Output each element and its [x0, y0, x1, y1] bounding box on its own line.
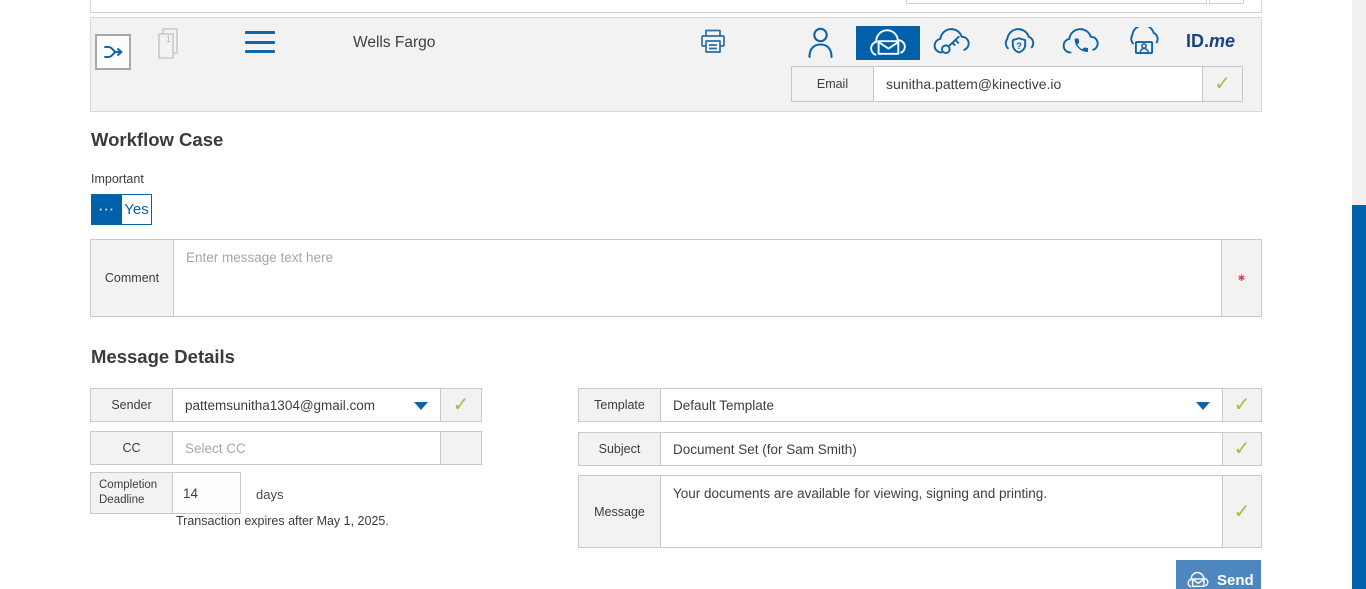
print-icon[interactable] [699, 28, 727, 55]
cloud-email-icon-active[interactable] [856, 26, 920, 60]
sender-label: Sender [91, 389, 173, 421]
sender-select[interactable] [173, 389, 440, 421]
cc-row: CC [90, 431, 482, 465]
send-button-label: Send [1217, 572, 1254, 589]
idme-logo[interactable]: ID.me [1186, 31, 1235, 52]
institution-title: Wells Fargo [353, 34, 435, 52]
toggle-yes-label: Yes [122, 195, 151, 224]
message-details-heading: Message Details [91, 346, 235, 368]
send-cloud-mail-icon [1186, 571, 1210, 589]
documents-count-icon[interactable]: 1 [155, 26, 183, 60]
template-row: Template ✓ [578, 388, 1262, 422]
check-icon: ✓ [1234, 439, 1251, 459]
scrollbar-thumb[interactable] [1352, 205, 1366, 589]
email-field-label: Email [791, 66, 874, 102]
sender-row: Sender ✓ [90, 388, 482, 422]
subject-valid-cell: ✓ [1222, 433, 1261, 465]
required-asterisk-icon: ✱ [1238, 273, 1246, 284]
person-icon[interactable] [807, 26, 834, 60]
check-icon: ✓ [1234, 395, 1251, 415]
email-input[interactable] [873, 66, 1203, 102]
message-valid-cell: ✓ [1222, 476, 1261, 547]
cutoff-row-above [90, 0, 1262, 13]
comment-required-cell: ✱ [1221, 240, 1261, 316]
workflow-send-page: 1 Wells Fargo [0, 0, 1366, 589]
idme-logo-italic: me [1209, 31, 1235, 51]
completion-deadline-value: 14 [173, 486, 198, 501]
cc-input[interactable] [173, 432, 440, 464]
sender-value[interactable] [173, 389, 440, 421]
check-icon: ✓ [453, 395, 470, 415]
chevron-down-icon[interactable] [1196, 402, 1210, 410]
sender-valid-cell: ✓ [440, 389, 481, 421]
important-label: Important [91, 172, 144, 186]
svg-text:1: 1 [166, 34, 171, 44]
check-icon: ✓ [1214, 74, 1231, 94]
subject-label: Subject [579, 433, 661, 465]
days-unit-label: days [256, 487, 283, 502]
cloud-phone-icon[interactable] [1060, 27, 1102, 59]
cloud-id-verify-icon[interactable] [1123, 27, 1165, 59]
toolbar-panel: 1 Wells Fargo [90, 17, 1262, 112]
cc-status-cell [440, 432, 481, 464]
menu-hamburger-icon[interactable] [245, 31, 275, 53]
cutoff-input-box [906, 0, 1207, 4]
comment-label: Comment [91, 240, 174, 316]
scrollbar-track[interactable] [1352, 0, 1366, 589]
template-select[interactable] [661, 389, 1222, 421]
workflow-case-heading: Workflow Case [91, 129, 223, 151]
merge-arrow-icon [101, 41, 125, 63]
important-toggle[interactable]: ··· Yes [91, 194, 152, 225]
expiration-note: Transaction expires after May 1, 2025. [176, 514, 389, 528]
message-row: Message Your documents are available for… [578, 475, 1262, 548]
cloud-question-icon[interactable]: ? [998, 27, 1040, 59]
cloud-key-icon[interactable] [931, 27, 973, 59]
completion-deadline-row: Completion Deadline 14 [90, 472, 241, 514]
comment-row: Comment ✱ [90, 239, 1262, 317]
template-label: Template [579, 389, 661, 421]
cc-label: CC [91, 432, 173, 464]
template-value[interactable] [661, 389, 1222, 421]
template-valid-cell: ✓ [1222, 389, 1261, 421]
chevron-down-icon[interactable] [414, 402, 428, 410]
comment-textarea[interactable] [174, 240, 1221, 316]
svg-text:?: ? [1016, 41, 1022, 52]
cutoff-check-box [1209, 0, 1244, 4]
message-textarea[interactable]: Your documents are available for viewing… [661, 476, 1222, 547]
idme-logo-bold: ID. [1186, 31, 1209, 51]
completion-deadline-field[interactable]: 14 [173, 473, 240, 513]
toggle-dots-icon: ··· [92, 195, 122, 224]
workflow-merge-button[interactable] [95, 34, 131, 70]
send-button[interactable]: Send [1176, 560, 1261, 589]
subject-row: Subject ✓ [578, 432, 1262, 466]
email-valid-cell: ✓ [1202, 66, 1243, 102]
subject-input[interactable] [661, 433, 1222, 465]
completion-deadline-label: Completion Deadline [91, 473, 173, 513]
message-label: Message [579, 476, 661, 547]
check-icon: ✓ [1234, 502, 1251, 522]
